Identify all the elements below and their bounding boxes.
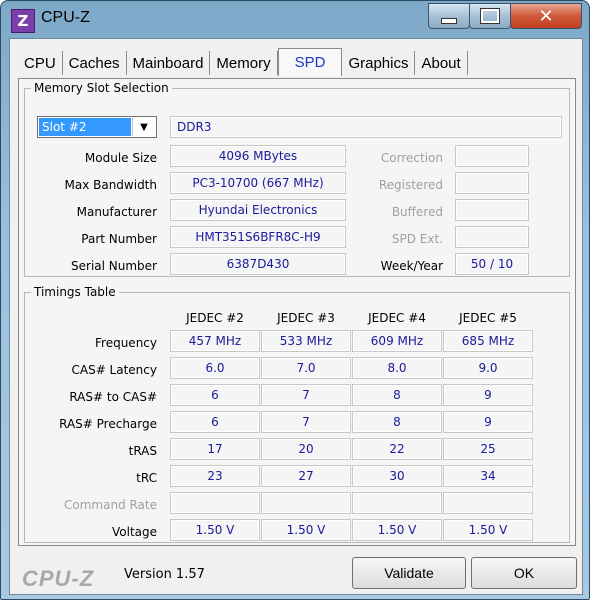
tab-memory[interactable]: Memory [210,51,278,75]
version-label: Version 1.57 [124,567,205,582]
registered-label: Registered [378,178,443,192]
timing-row-label: tRC [136,471,157,485]
correction-label: Correction [380,151,443,165]
week-year-label: Week/Year [380,259,443,273]
close-button[interactable]: ✕ [510,3,582,29]
serial-number-value: 6387D430 [170,253,346,275]
timing-cell: 7 [261,411,351,433]
timing-cell: 1.50 V [170,519,260,541]
part-number-label: Part Number [81,232,157,246]
cpuz-window: Z CPU-Z ✕ CPU Caches Mainboard Memory SP… [0,0,590,600]
timing-cell: 685 MHz [443,330,533,352]
max-bandwidth-label: Max Bandwidth [64,178,157,192]
timings-table-group: Timings Table JEDEC #2 JEDEC #3 JEDEC #4… [24,285,570,543]
timing-cell [352,492,442,514]
timing-cell: 27 [261,465,351,487]
timing-cell [170,492,260,514]
timing-cell: 22 [352,438,442,460]
cpuz-app-icon: Z [11,9,35,33]
timing-cell: 34 [443,465,533,487]
max-bandwidth-value: PC3-10700 (667 MHz) [170,172,346,194]
maximize-button[interactable] [469,3,511,29]
group-legend: Memory Slot Selection [34,81,169,95]
timing-cell: 8 [352,411,442,433]
manufacturer-value: Hyundai Electronics [170,199,346,221]
cpuz-logo: CPU-Z [22,566,95,591]
timing-cell: 7.0 [261,357,351,379]
timing-cell: 1.50 V [443,519,533,541]
minimize-icon [441,18,457,24]
manufacturer-label: Manufacturer [76,205,157,219]
timing-cell: 9 [443,384,533,406]
tab-spd[interactable]: SPD [277,48,343,76]
col-header-jedec-2: JEDEC #2 [186,311,244,325]
timing-cell [443,492,533,514]
timing-cell: 30 [352,465,442,487]
timing-row-label: Frequency [95,336,157,350]
timing-cell: 457 MHz [170,330,260,352]
validate-button[interactable]: Validate [352,557,466,589]
timing-row-label: Voltage [111,525,157,539]
timing-cell: 9.0 [443,357,533,379]
module-size-label: Module Size [84,151,157,165]
col-header-jedec-4: JEDEC #4 [368,311,426,325]
timing-cell: 6 [170,384,260,406]
slot-select-value: Slot #2 [39,118,131,136]
timing-cell: 533 MHz [261,330,351,352]
maximize-icon [480,8,500,24]
timing-cell: 6 [170,411,260,433]
buffered-value [455,199,529,221]
week-year-value: 50 / 10 [455,253,529,275]
timing-cell: 8.0 [352,357,442,379]
tab-mainboard[interactable]: Mainboard [126,51,211,75]
timing-cell: 20 [261,438,351,460]
timing-cell: 6.0 [170,357,260,379]
col-header-jedec-5: JEDEC #5 [459,311,517,325]
tab-about[interactable]: About [415,51,468,75]
tab-cpu[interactable]: CPU [18,51,63,75]
minimize-button[interactable] [428,3,470,29]
timing-cell: 8 [352,384,442,406]
title-bar[interactable]: Z CPU-Z ✕ [1,1,589,37]
memory-type-field: DDR3 [170,116,562,138]
group-legend: Timings Table [34,285,116,299]
ok-button[interactable]: OK [471,557,577,589]
memory-slot-selection-group: Memory Slot Selection Slot #2 ▼ DDR3 Mod… [24,81,570,277]
tab-caches[interactable]: Caches [62,51,127,75]
part-number-value: HMT351S6BFR8C-H9 [170,226,346,248]
timing-cell: 25 [443,438,533,460]
timing-row-label: RAS# to CAS# [69,390,157,404]
spd-panel: Memory Slot Selection Slot #2 ▼ DDR3 Mod… [18,78,576,546]
correction-value [455,145,529,167]
tab-bar: CPU Caches Mainboard Memory SPD Graphics… [18,48,468,77]
window-title: CPU-Z [41,9,90,26]
spd-ext-label: SPD Ext. [391,232,443,246]
close-icon: ✕ [538,5,554,27]
timing-cell: 9 [443,411,533,433]
timing-row-label: CAS# Latency [71,363,157,377]
buffered-label: Buffered [391,205,443,219]
tab-graphics[interactable]: Graphics [342,51,416,75]
timing-row-label: RAS# Precharge [59,417,157,431]
timing-cell: 1.50 V [261,519,351,541]
module-size-value: 4096 MBytes [170,145,346,167]
dropdown-arrow-icon[interactable]: ▼ [132,118,155,136]
col-header-jedec-3: JEDEC #3 [277,311,335,325]
timing-row-label: tRAS [128,444,157,458]
timing-cell: 23 [170,465,260,487]
timing-cell: 17 [170,438,260,460]
slot-select[interactable]: Slot #2 ▼ [37,116,157,138]
timing-cell: 1.50 V [352,519,442,541]
timing-cell: 609 MHz [352,330,442,352]
timing-row-label: Command Rate [63,498,157,512]
spd-ext-value [455,226,529,248]
timing-cell [261,492,351,514]
client-area: CPU Caches Mainboard Memory SPD Graphics… [9,38,583,595]
registered-value [455,172,529,194]
timing-cell: 7 [261,384,351,406]
serial-number-label: Serial Number [71,259,157,273]
